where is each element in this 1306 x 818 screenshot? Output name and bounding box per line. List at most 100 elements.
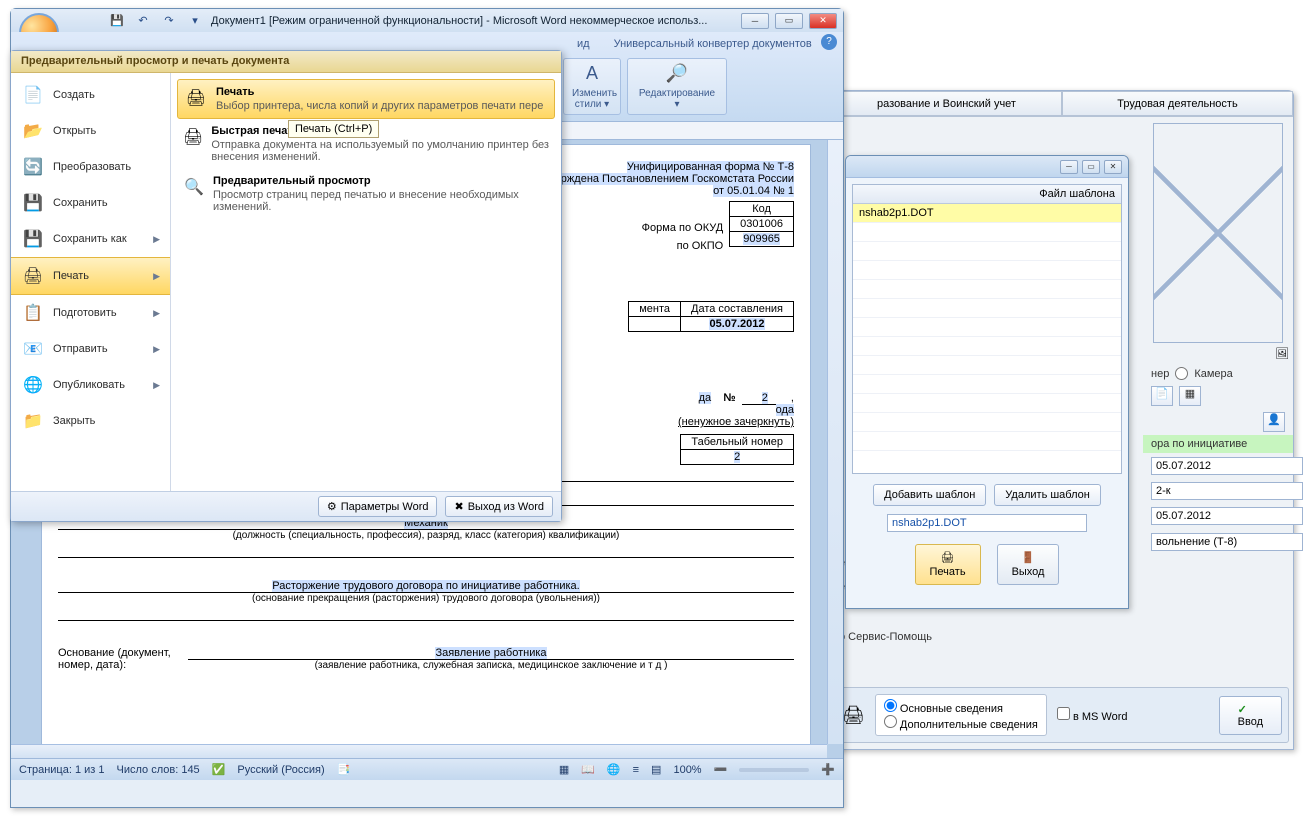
view-print[interactable]: ▦: [559, 763, 569, 776]
win-min[interactable]: ─: [741, 13, 769, 29]
radio-add[interactable]: [884, 715, 897, 728]
status-bar: Страница: 1 из 1 Число слов: 145 ✅ Русск…: [11, 758, 843, 780]
menu-save[interactable]: 💾Сохранить: [11, 185, 170, 221]
tab-work[interactable]: Трудовая деятельность: [1062, 91, 1293, 116]
win-max[interactable]: ▭: [775, 13, 803, 29]
menu-prepare[interactable]: 📋Подготовить▶: [11, 295, 170, 331]
quick-access-toolbar: 💾 ↶ ↷ ▾ Документ1 [Режим ограниченной фу…: [11, 9, 843, 32]
status-words[interactable]: Число слов: 145: [117, 764, 200, 776]
save-icon: 💾: [21, 191, 45, 215]
qat-redo[interactable]: ↷: [159, 12, 179, 30]
zoom-slider[interactable]: [739, 768, 809, 772]
exit-icon: 🚪: [1021, 551, 1035, 564]
template-grid[interactable]: Файл шаблона nshab2p1.DOT: [852, 184, 1122, 474]
qat-save[interactable]: 💾: [107, 12, 127, 30]
qat-undo[interactable]: ↶: [133, 12, 153, 30]
photo-button[interactable]: 🖼: [1275, 348, 1289, 360]
codes-table: Код 0301006 909965: [729, 201, 794, 247]
styles-icon: A: [572, 63, 612, 84]
grid-header: Файл шаблона: [853, 185, 1121, 204]
menu-convert[interactable]: 🔄Преобразовать: [11, 149, 170, 185]
okpo-label: по ОКПО: [642, 237, 724, 255]
exit-big-button[interactable]: 🚪Выход: [997, 544, 1060, 585]
print-icon: 🖨: [21, 264, 45, 288]
print-big-button[interactable]: 🖨Печать: [915, 544, 981, 585]
menu-open[interactable]: 📂Открыть: [11, 113, 170, 149]
icon-btn-2[interactable]: ▦: [1179, 386, 1201, 406]
prepare-icon: 📋: [21, 301, 45, 325]
view-read[interactable]: 📖: [581, 763, 595, 776]
office-menu: Предварительный просмотр и печать докуме…: [10, 50, 562, 522]
source-radio: нер Камера: [1143, 364, 1293, 383]
help-hint: о Сервис-Помощь: [839, 631, 932, 643]
close-icon: 📁: [21, 409, 45, 433]
add-template-button[interactable]: Добавить шаблон: [873, 484, 986, 506]
view-web[interactable]: 🌐: [607, 763, 621, 776]
info-radio-group: Основные сведения Дополнительные сведени…: [875, 694, 1047, 736]
msword-check[interactable]: в MS Word: [1057, 707, 1128, 723]
publish-icon: 🌐: [21, 373, 45, 397]
strike-note: (ненужное зачеркнуть): [678, 416, 794, 428]
open-icon: 📂: [21, 119, 45, 143]
track-icon[interactable]: 📑: [337, 763, 351, 776]
status-lang[interactable]: Русский (Россия): [237, 764, 324, 776]
okud-label: Форма по ОКУД: [642, 219, 724, 237]
word-options-button[interactable]: ⚙Параметры Word: [318, 496, 438, 517]
status-zoom[interactable]: 100%: [673, 764, 701, 776]
vertical-scrollbar[interactable]: [827, 140, 843, 744]
office-menu-left: 📄Создать 📂Открыть 🔄Преобразовать 💾Сохран…: [11, 73, 171, 491]
gear-icon: ⚙: [327, 500, 337, 513]
icon-btn-1[interactable]: 📄: [1151, 386, 1173, 406]
horizontal-scrollbar[interactable]: [11, 744, 827, 758]
submenu-preview[interactable]: 🔍 Предварительный просмотрПросмотр стран…: [177, 169, 555, 219]
hr-tabs: разование и Воинский учет Трудовая деяте…: [831, 91, 1293, 117]
icon-btn-3[interactable]: 👤: [1263, 412, 1285, 432]
approval: Утверждена Постановлением Госкомстата Ро…: [537, 173, 794, 185]
template-file-input[interactable]: [887, 514, 1087, 532]
convert-icon: 🔄: [21, 155, 45, 179]
date1-input[interactable]: [1151, 457, 1303, 475]
del-template-button[interactable]: Удалить шаблон: [994, 484, 1101, 506]
tab-universal[interactable]: Универсальный конвертер документов: [608, 34, 818, 54]
t8-input[interactable]: [1151, 533, 1303, 551]
zoom-in[interactable]: ➕: [821, 763, 835, 776]
menu-new[interactable]: 📄Создать: [11, 77, 170, 113]
exit-word-button[interactable]: ✖Выход из Word: [445, 496, 553, 517]
camera-radio[interactable]: [1175, 367, 1188, 380]
view-draft[interactable]: ▤: [651, 763, 661, 776]
win-close[interactable]: ✕: [809, 13, 837, 29]
send-icon: 📧: [21, 337, 45, 361]
tab-view-cut[interactable]: ид: [571, 34, 596, 54]
styles-group[interactable]: A Изменить стили ▾: [563, 58, 621, 115]
menu-close[interactable]: 📁Закрыть: [11, 403, 170, 439]
template-dialog: ─ ▭ ✕ Файл шаблона nshab2p1.DOT Добавить…: [845, 155, 1129, 609]
submenu-print[interactable]: 🖨 ПечатьВыбор принтера, числа копий и др…: [177, 79, 555, 119]
enter-button[interactable]: ✓Ввод: [1219, 696, 1282, 735]
window-title: Документ1 [Режим ограниченной функционал…: [211, 15, 735, 27]
dlg-max[interactable]: ▭: [1082, 160, 1100, 174]
radio-main[interactable]: [884, 699, 897, 712]
view-outline[interactable]: ≡: [633, 764, 639, 776]
date2-input[interactable]: [1151, 507, 1303, 525]
menu-send[interactable]: 📧Отправить▶: [11, 331, 170, 367]
editing-group[interactable]: 🔎 Редактирование ▾: [627, 58, 727, 115]
tab-education[interactable]: разование и Воинский учет: [831, 91, 1062, 116]
printer-icon: 🖨: [941, 551, 955, 564]
grid-row-1[interactable]: nshab2p1.DOT: [853, 204, 1121, 223]
new-icon: 📄: [21, 83, 45, 107]
proof-icon[interactable]: ✅: [212, 763, 226, 776]
zoom-out[interactable]: ➖: [714, 763, 728, 776]
help-icon[interactable]: ?: [821, 34, 837, 50]
menu-publish[interactable]: 🌐Опубликовать▶: [11, 367, 170, 403]
dlg-close[interactable]: ✕: [1104, 160, 1122, 174]
approval-date: от 05.01.04 № 1: [713, 185, 794, 197]
saveas-icon: 💾: [21, 227, 45, 251]
binoculars-icon: 🔎: [636, 63, 718, 84]
menu-saveas[interactable]: 💾Сохранить как▶: [11, 221, 170, 257]
menu-print[interactable]: 🖨Печать▶: [11, 257, 170, 295]
num-input[interactable]: [1151, 482, 1303, 500]
status-page[interactable]: Страница: 1 из 1: [19, 764, 105, 776]
printer-icon: 🖨: [184, 86, 208, 110]
dlg-min[interactable]: ─: [1060, 160, 1078, 174]
qat-dropdown[interactable]: ▾: [185, 12, 205, 30]
